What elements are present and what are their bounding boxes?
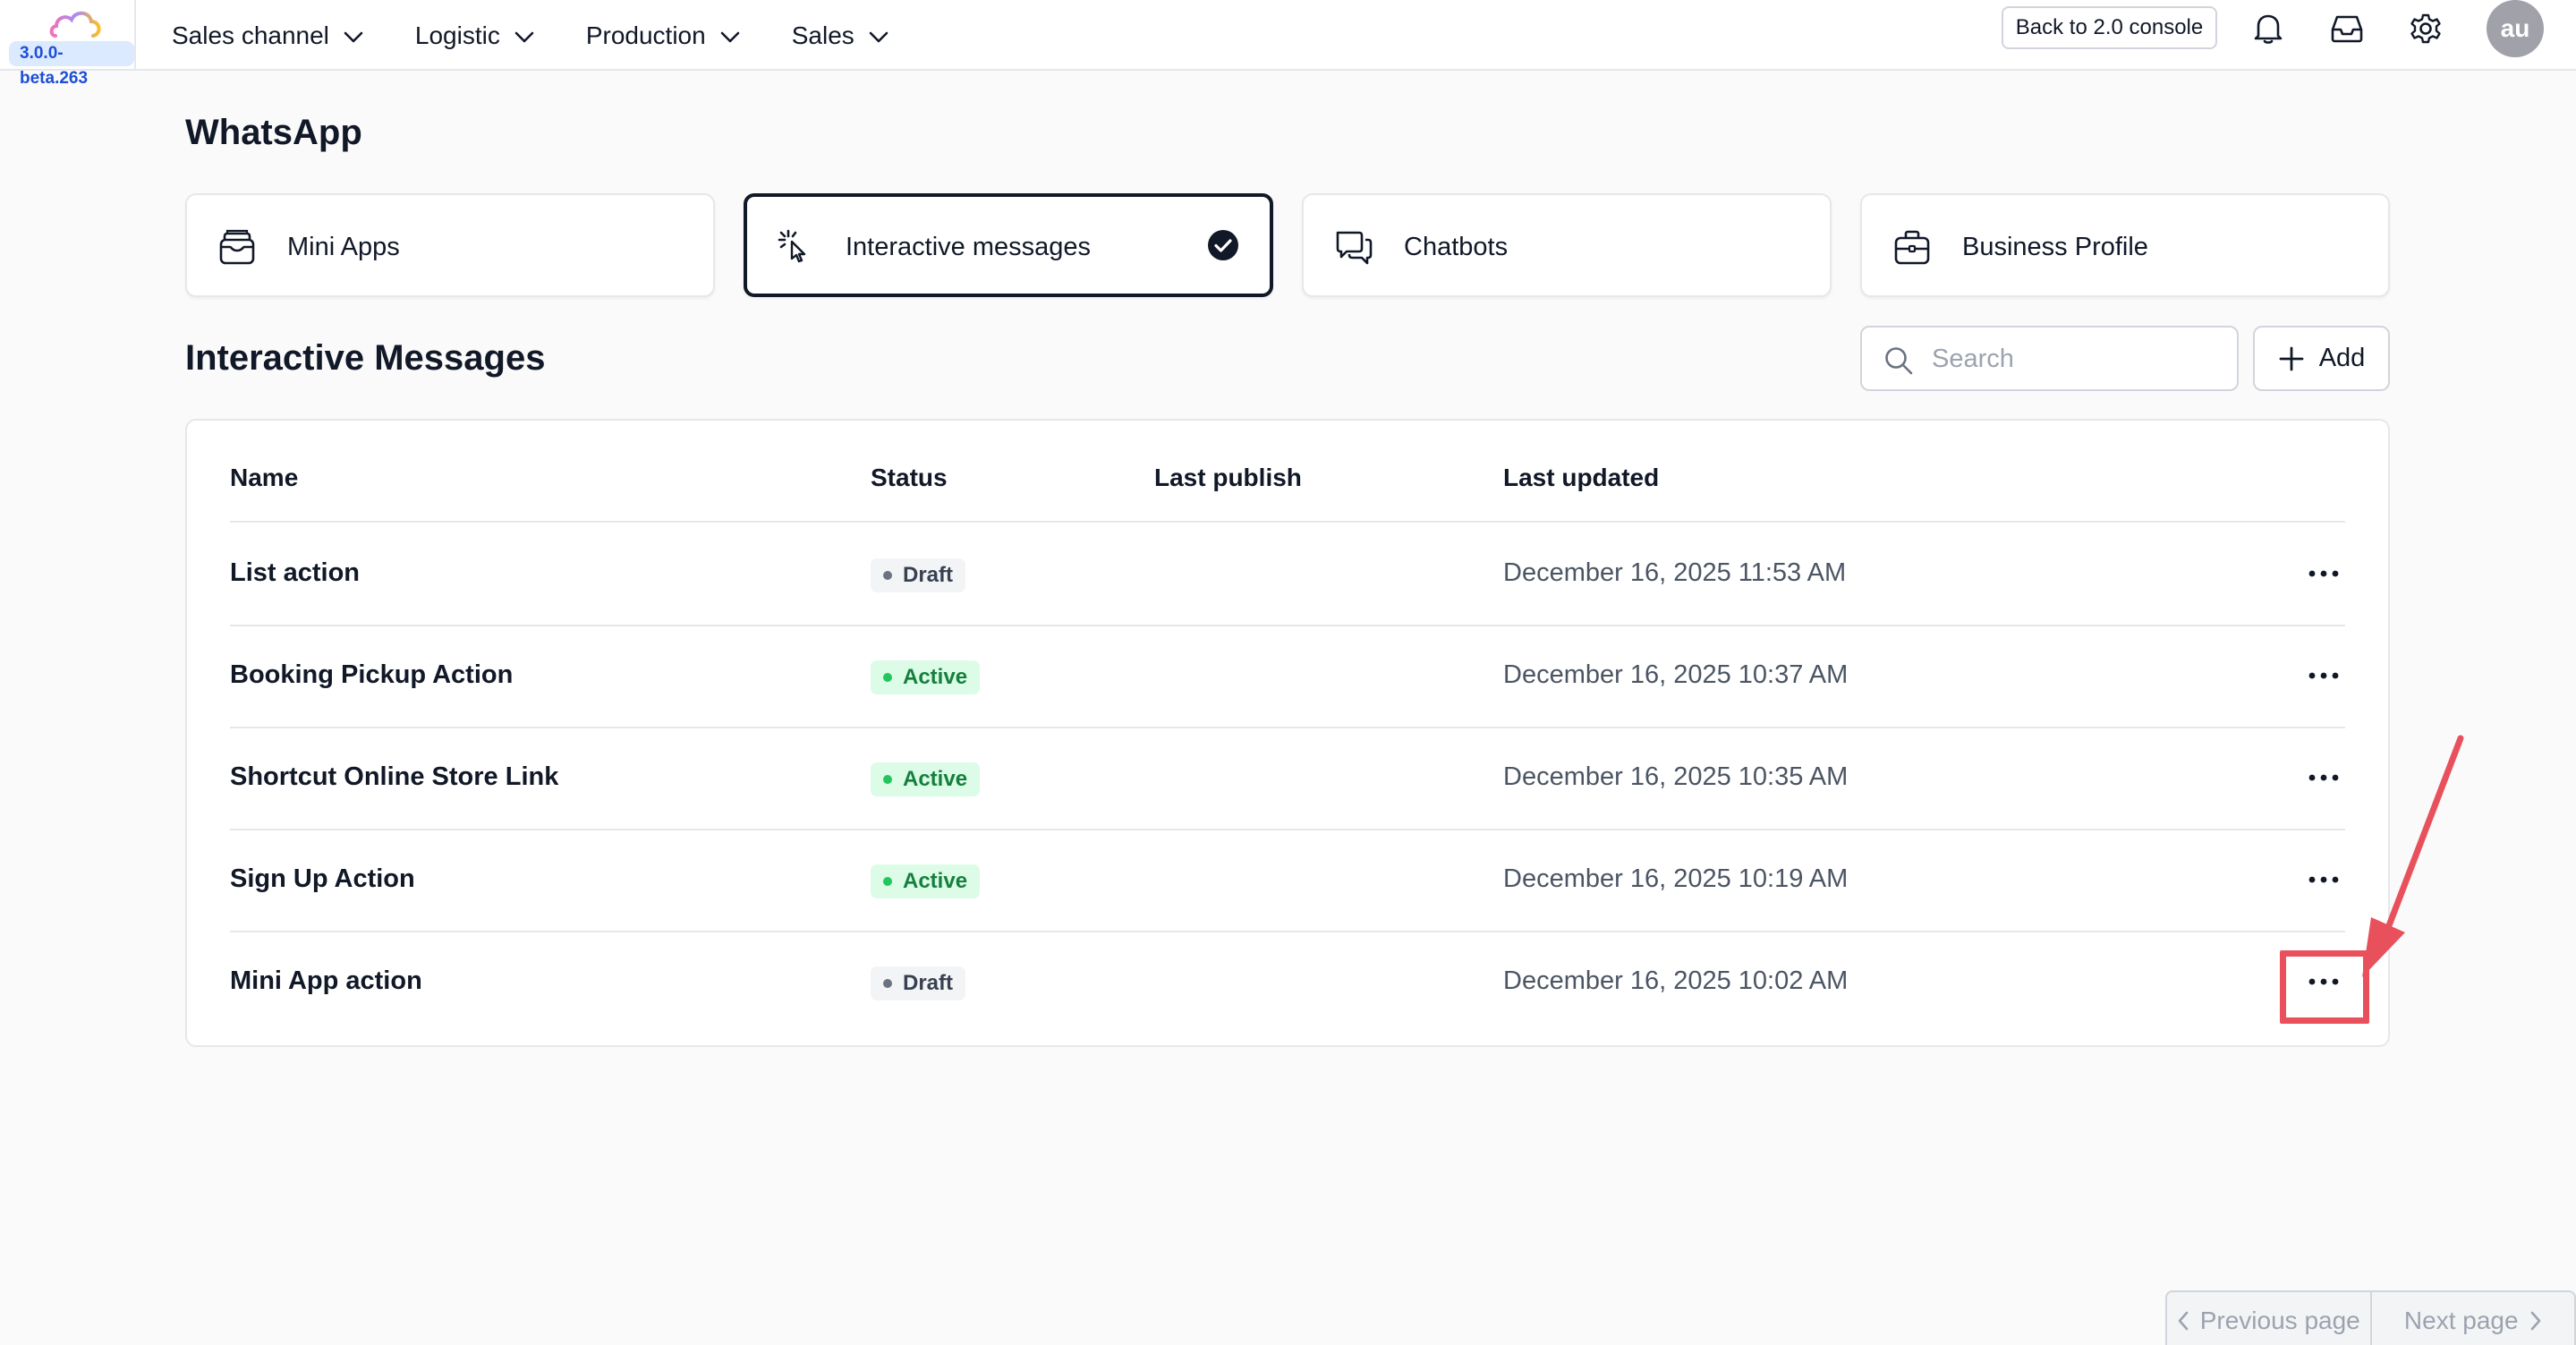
card-business-profile[interactable]: Business Profile xyxy=(1860,193,2390,297)
next-page-button[interactable]: Next page xyxy=(2372,1292,2575,1345)
previous-page-button[interactable]: Previous page xyxy=(2167,1292,2372,1345)
chevron-down-icon xyxy=(344,21,363,50)
table-row[interactable]: Shortcut Online Store Link Active Decemb… xyxy=(230,728,2345,830)
nav-item-logistic[interactable]: Logistic xyxy=(415,21,534,50)
table-row[interactable]: Booking Pickup Action Active December 16… xyxy=(230,626,2345,728)
row-name[interactable]: Shortcut Online Store Link xyxy=(230,762,558,792)
nav-item-label: Sales channel xyxy=(172,21,329,49)
add-button[interactable]: Add xyxy=(2253,326,2390,391)
notifications-button[interactable] xyxy=(2248,11,2289,47)
section-title: Interactive Messages xyxy=(185,338,546,378)
add-button-label: Add xyxy=(2318,344,2366,372)
status-badge: Draft xyxy=(871,966,966,1000)
card-label: Chatbots xyxy=(1404,233,1509,261)
next-page-label: Next page xyxy=(2403,1307,2519,1334)
page-title: WhatsApp xyxy=(185,113,362,152)
card-interactive-messages[interactable]: Interactive messages xyxy=(744,193,1273,297)
more-horizontal-icon xyxy=(2308,876,2339,883)
cursor-click-icon xyxy=(778,229,806,263)
row-name[interactable]: Booking Pickup Action xyxy=(230,660,513,690)
back-to-console-button[interactable]: Back to 2.0 console xyxy=(2002,6,2217,49)
pagination: Previous page Next page xyxy=(2165,1290,2576,1345)
gear-icon xyxy=(2410,13,2441,44)
table-row[interactable]: Mini App action Draft December 16, 2025 … xyxy=(230,932,2345,1034)
chevron-left-icon xyxy=(2177,1311,2189,1331)
card-label: Business Profile xyxy=(1962,233,2148,261)
user-avatar[interactable]: au xyxy=(2487,0,2544,57)
more-horizontal-icon xyxy=(2308,774,2339,781)
chat-bubbles-icon xyxy=(1336,231,1373,265)
row-last-updated: December 16, 2025 10:37 AM xyxy=(1503,660,1849,689)
cloud-logo-icon xyxy=(49,11,101,38)
card-label: Mini Apps xyxy=(287,233,400,261)
plus-icon xyxy=(2278,345,2305,372)
status-badge: Draft xyxy=(871,558,966,592)
chevron-down-icon xyxy=(514,21,534,50)
row-name[interactable]: Mini App action xyxy=(230,966,422,996)
inbox-button[interactable] xyxy=(2326,11,2368,47)
nav-item-production[interactable]: Production xyxy=(586,21,740,50)
status-badge: Active xyxy=(871,762,981,796)
nav-item-label: Logistic xyxy=(414,21,500,49)
column-header-status[interactable]: Status xyxy=(871,464,948,492)
card-mini-apps[interactable]: Mini Apps xyxy=(185,193,715,297)
nav-item-label: Sales xyxy=(791,21,854,49)
nav-item-label: Production xyxy=(585,21,706,49)
chevron-down-icon xyxy=(720,21,740,50)
column-header-last-updated[interactable]: Last updated xyxy=(1503,464,1659,492)
row-actions-button[interactable] xyxy=(2301,551,2346,596)
bell-icon xyxy=(2254,14,2283,44)
interactive-messages-table: Name Status Last publish Last updated Li… xyxy=(185,419,2390,1047)
table-header: Name Status Last publish Last updated xyxy=(230,464,2345,523)
main-nav-menu: Sales channel Logistic Production Sales xyxy=(172,0,940,71)
annotation-arrow-icon xyxy=(2362,735,2464,977)
row-actions-button[interactable] xyxy=(2301,857,2346,902)
nav-item-sales[interactable]: Sales xyxy=(792,21,888,50)
inbox-icon xyxy=(2331,15,2363,43)
top-navigation-bar: 3.0.0-beta.263 Sales channel Logistic Pr… xyxy=(0,0,2576,88)
status-badge: Active xyxy=(871,660,981,694)
row-last-updated: December 16, 2025 11:53 AM xyxy=(1503,558,1847,587)
previous-page-label: Previous page xyxy=(2199,1307,2360,1334)
settings-button[interactable] xyxy=(2405,11,2446,47)
row-actions-button[interactable] xyxy=(2301,653,2346,698)
more-horizontal-icon xyxy=(2308,672,2339,679)
card-label: Interactive messages xyxy=(846,233,1092,261)
search-icon xyxy=(1885,347,1913,375)
column-header-last-publish[interactable]: Last publish xyxy=(1154,464,1302,492)
table-row[interactable]: List action Draft December 16, 2025 11:5… xyxy=(230,524,2345,626)
version-badge: 3.0.0-beta.263 xyxy=(9,41,134,88)
column-header-name[interactable]: Name xyxy=(230,464,298,492)
row-name[interactable]: Sign Up Action xyxy=(230,864,415,894)
nav-item-sales-channel[interactable]: Sales channel xyxy=(172,21,363,50)
card-chatbots[interactable]: Chatbots xyxy=(1302,193,1832,297)
row-last-updated: December 16, 2025 10:02 AM xyxy=(1503,966,1849,995)
table-row[interactable]: Sign Up Action Active December 16, 2025 … xyxy=(230,830,2345,932)
search-input[interactable] xyxy=(1932,340,2218,378)
row-last-updated: December 16, 2025 10:35 AM xyxy=(1503,762,1849,791)
wallet-icon xyxy=(219,229,255,265)
row-actions-button[interactable] xyxy=(2301,755,2346,800)
status-badge: Active xyxy=(871,864,981,898)
check-circle-icon xyxy=(1208,230,1238,260)
chevron-down-icon xyxy=(869,21,888,50)
search-field[interactable] xyxy=(1860,326,2239,391)
more-horizontal-icon xyxy=(2308,570,2339,577)
app-logo[interactable]: 3.0.0-beta.263 xyxy=(0,0,136,88)
chevron-right-icon xyxy=(2529,1311,2542,1331)
row-name[interactable]: List action xyxy=(230,558,360,588)
row-last-updated: December 16, 2025 10:19 AM xyxy=(1503,864,1849,893)
briefcase-icon xyxy=(1894,230,1930,265)
